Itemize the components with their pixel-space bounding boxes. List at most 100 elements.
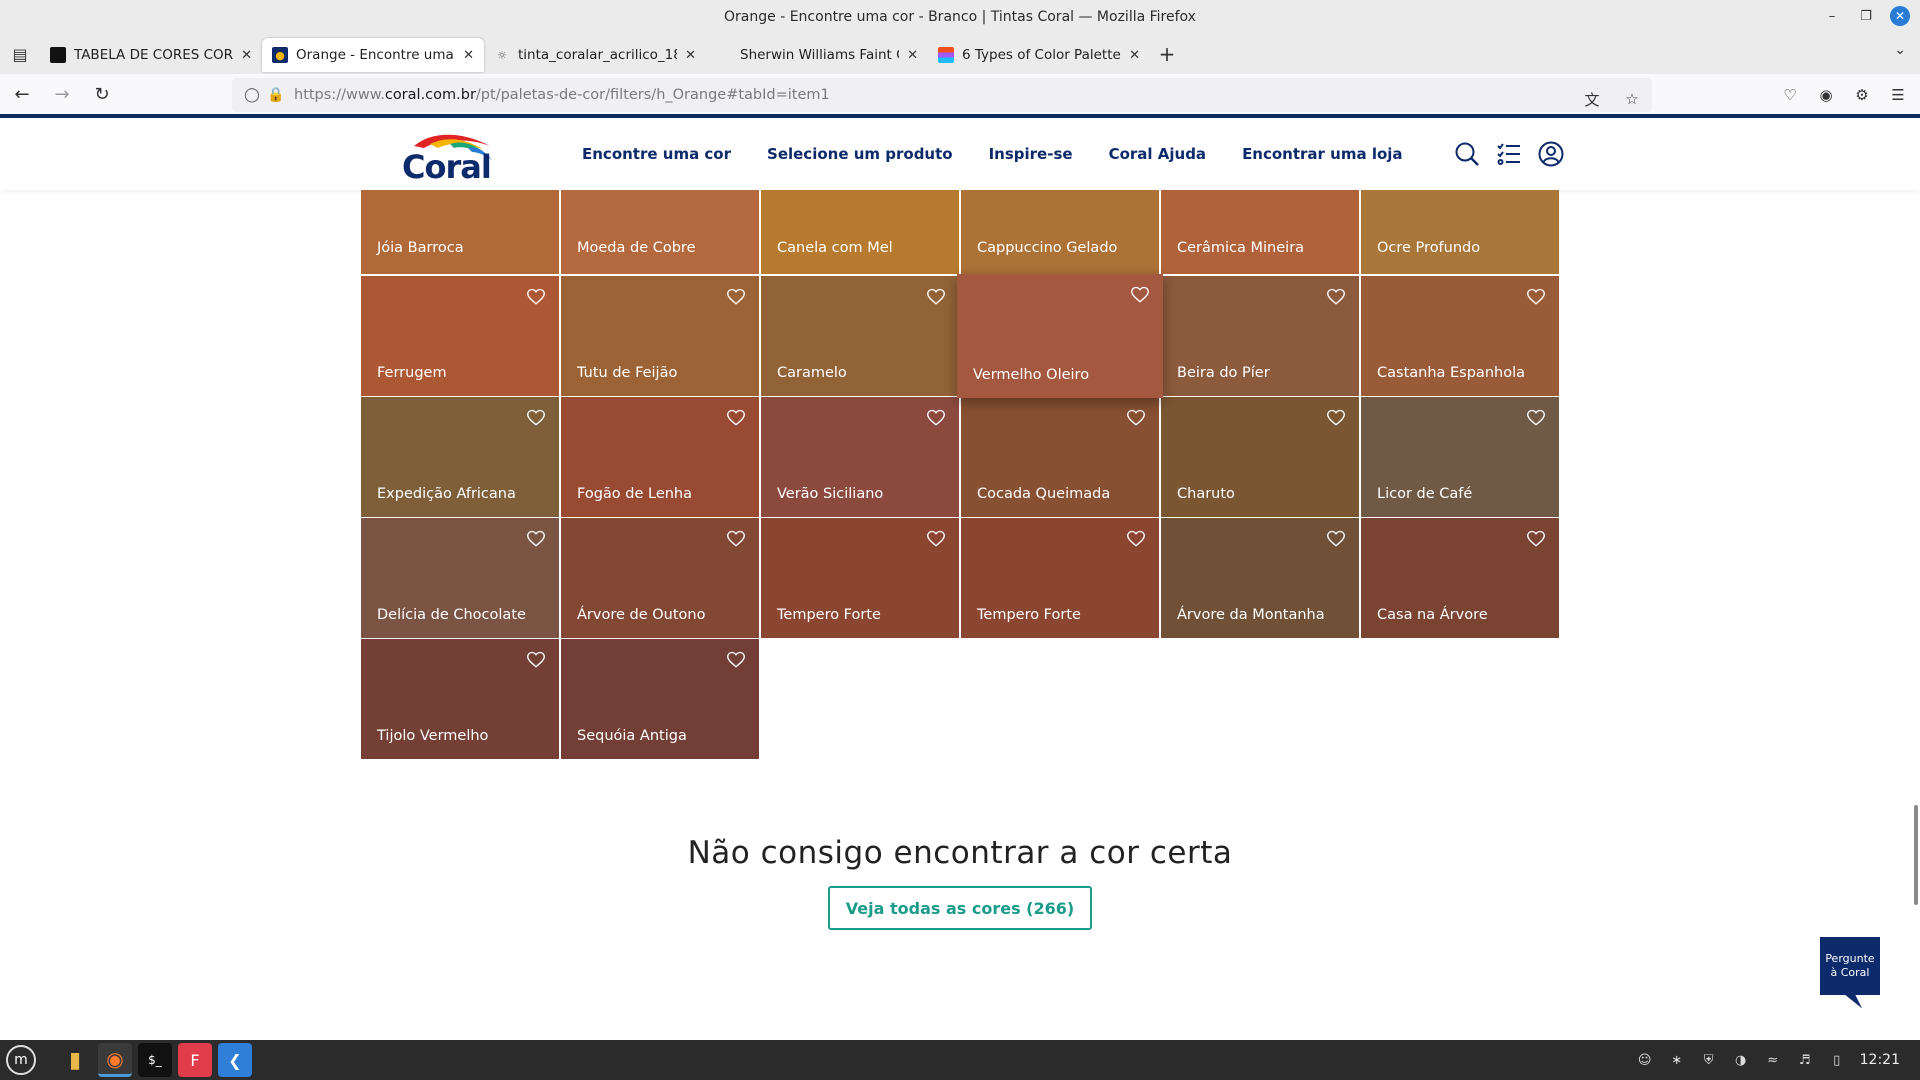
color-tile[interactable]: Charuto [1161, 397, 1359, 517]
color-tile[interactable]: Canela com Mel [761, 190, 959, 274]
nav-inspire-se[interactable]: Inspire-se [989, 145, 1073, 163]
color-tile[interactable]: Verão Siciliano [761, 397, 959, 517]
color-tile[interactable]: Licor de Café [1361, 397, 1559, 517]
color-tile[interactable]: Tijolo Vermelho [361, 639, 559, 759]
color-tile[interactable]: Expedição Africana [361, 397, 559, 517]
tab-color-palettes[interactable]: 6 Types of Color Palettes: D ✕ [928, 38, 1150, 72]
restore-icon[interactable]: ❐ [1856, 6, 1876, 26]
favorite-heart-icon[interactable] [1127, 530, 1145, 548]
color-tile[interactable]: Caramelo [761, 276, 959, 396]
volume-icon[interactable]: ♬ [1796, 1051, 1814, 1069]
forward-icon[interactable]: → [44, 76, 80, 112]
menu-icon[interactable]: ☰ [1884, 78, 1912, 112]
tab-tabela-cores[interactable]: TABELA DE CORES CORAL - ✕ [40, 38, 262, 72]
close-tab-icon[interactable]: ✕ [685, 48, 696, 63]
wifi-icon[interactable]: ≈ [1764, 1051, 1782, 1069]
favorite-heart-icon[interactable] [1327, 288, 1345, 306]
color-tile[interactable]: Cappuccino Gelado [961, 190, 1159, 274]
new-tab-icon[interactable]: + [1150, 37, 1184, 71]
color-tile[interactable]: Delícia de Chocolate [361, 518, 559, 638]
color-tile[interactable]: Beira do Píer [1161, 276, 1359, 396]
close-icon[interactable]: ✕ [1890, 6, 1910, 26]
firefox-icon[interactable]: ◉ [98, 1043, 132, 1077]
color-tile[interactable]: Jóia Barroca [361, 190, 559, 274]
color-tile[interactable]: Tempero Forte [961, 518, 1159, 638]
vpn-icon[interactable]: ◑ [1732, 1051, 1750, 1069]
favorite-heart-icon[interactable] [927, 288, 945, 306]
favorite-heart-icon[interactable] [727, 409, 745, 427]
favorite-heart-icon[interactable] [1527, 530, 1545, 548]
close-tab-icon[interactable]: ✕ [907, 48, 918, 63]
clock[interactable]: 12:21 [1860, 1052, 1900, 1068]
checklist-icon[interactable] [1494, 136, 1524, 172]
shield-tray-icon[interactable]: ⛨ [1700, 1051, 1718, 1069]
favorite-heart-icon[interactable] [1327, 530, 1345, 548]
tab-list-chevron-icon[interactable]: ⌄ [1894, 42, 1906, 58]
mint-menu-icon[interactable]: m [6, 1045, 36, 1075]
bluetooth-icon[interactable]: ∗ [1668, 1051, 1686, 1069]
tab-orange[interactable]: ● Orange - Encontre uma cor · ✕ [262, 38, 484, 72]
favorite-heart-icon[interactable] [527, 530, 545, 548]
coral-logo-text[interactable]: Coral [402, 148, 492, 186]
color-tile[interactable]: Tutu de Feijão [561, 276, 759, 396]
nav-encontrar-loja[interactable]: Encontrar uma loja [1242, 145, 1402, 163]
page-scrollbar[interactable] [1914, 805, 1918, 905]
chat-widget[interactable]: Pergunte à Coral [1815, 932, 1885, 1016]
shield-icon[interactable]: ◯ [240, 83, 264, 107]
bookmark-star-icon[interactable]: ☆ [1618, 82, 1646, 116]
url-text[interactable]: https://www.coral.com.br/pt/paletas-de-c… [294, 87, 830, 103]
search-icon[interactable] [1452, 136, 1482, 172]
color-tile[interactable]: Tempero Forte [761, 518, 959, 638]
color-tile[interactable]: Casa na Árvore [1361, 518, 1559, 638]
nav-encontre-cor[interactable]: Encontre uma cor [582, 145, 731, 163]
reload-icon[interactable]: ↻ [84, 76, 120, 112]
close-tab-icon[interactable]: ✕ [241, 48, 252, 63]
files-icon[interactable]: ▮ [58, 1043, 92, 1077]
color-tile[interactable]: Árvore de Outono [561, 518, 759, 638]
color-tile[interactable]: Ocre Profundo [1361, 190, 1559, 274]
firefox-view-icon[interactable]: ▤ [0, 34, 40, 74]
favorite-heart-icon[interactable] [1131, 286, 1149, 304]
discord-icon[interactable]: ☺ [1636, 1051, 1654, 1069]
color-tile[interactable]: Castanha Espanhola [1361, 276, 1559, 396]
favorite-heart-icon[interactable] [727, 288, 745, 306]
user-account-icon[interactable] [1536, 136, 1566, 172]
pocket-icon[interactable]: ♡ [1776, 78, 1804, 112]
favorite-heart-icon[interactable] [927, 409, 945, 427]
color-tile[interactable]: Árvore da Montanha [1161, 518, 1359, 638]
color-tile[interactable]: Cocada Queimada [961, 397, 1159, 517]
tab-tinta-coralar[interactable]: ☼ tinta_coralar_acrilico_18l_co ✕ [484, 38, 706, 72]
favorite-heart-icon[interactable] [527, 651, 545, 669]
favorite-heart-icon[interactable] [1127, 409, 1145, 427]
favorite-heart-icon[interactable] [527, 409, 545, 427]
favorite-heart-icon[interactable] [1527, 409, 1545, 427]
vscode-icon[interactable]: ❮ [218, 1043, 252, 1077]
tab-sherwin-williams[interactable]: Sherwin Williams Faint Coral ✕ [706, 38, 928, 72]
color-tile[interactable]: Fogão de Lenha [561, 397, 759, 517]
url-bar[interactable]: ◯ 🔒 https://www.coral.com.br/pt/paletas-… [232, 78, 1652, 112]
favorite-heart-icon[interactable] [1327, 409, 1345, 427]
color-tile[interactable]: Moeda de Cobre [561, 190, 759, 274]
nav-selecione-produto[interactable]: Selecione um produto [767, 145, 953, 163]
close-tab-icon[interactable]: ✕ [1129, 48, 1140, 63]
see-all-colors-button[interactable]: Veja todas as cores (266) [828, 886, 1092, 930]
minimize-icon[interactable]: – [1822, 6, 1842, 26]
lock-icon[interactable]: 🔒 [264, 83, 288, 107]
color-tile[interactable]: Vermelho Oleiro [957, 274, 1163, 398]
extensions-icon[interactable]: ⚙ [1848, 78, 1876, 112]
battery-icon[interactable]: ▯ [1828, 1051, 1846, 1069]
favorite-heart-icon[interactable] [1527, 288, 1545, 306]
favorite-heart-icon[interactable] [527, 288, 545, 306]
figma-app-icon[interactable]: F [178, 1043, 212, 1077]
favorite-heart-icon[interactable] [727, 651, 745, 669]
color-tile[interactable]: Ferrugem [361, 276, 559, 396]
translate-icon[interactable]: 文 [1578, 82, 1606, 116]
favorite-heart-icon[interactable] [927, 530, 945, 548]
close-tab-icon[interactable]: ✕ [463, 48, 474, 63]
terminal-icon[interactable]: $_ [138, 1043, 172, 1077]
color-tile[interactable]: Cerâmica Mineira [1161, 190, 1359, 274]
account-icon[interactable]: ◉ [1812, 78, 1840, 112]
favorite-heart-icon[interactable] [727, 530, 745, 548]
back-icon[interactable]: ← [4, 76, 40, 112]
nav-coral-ajuda[interactable]: Coral Ajuda [1109, 145, 1207, 163]
